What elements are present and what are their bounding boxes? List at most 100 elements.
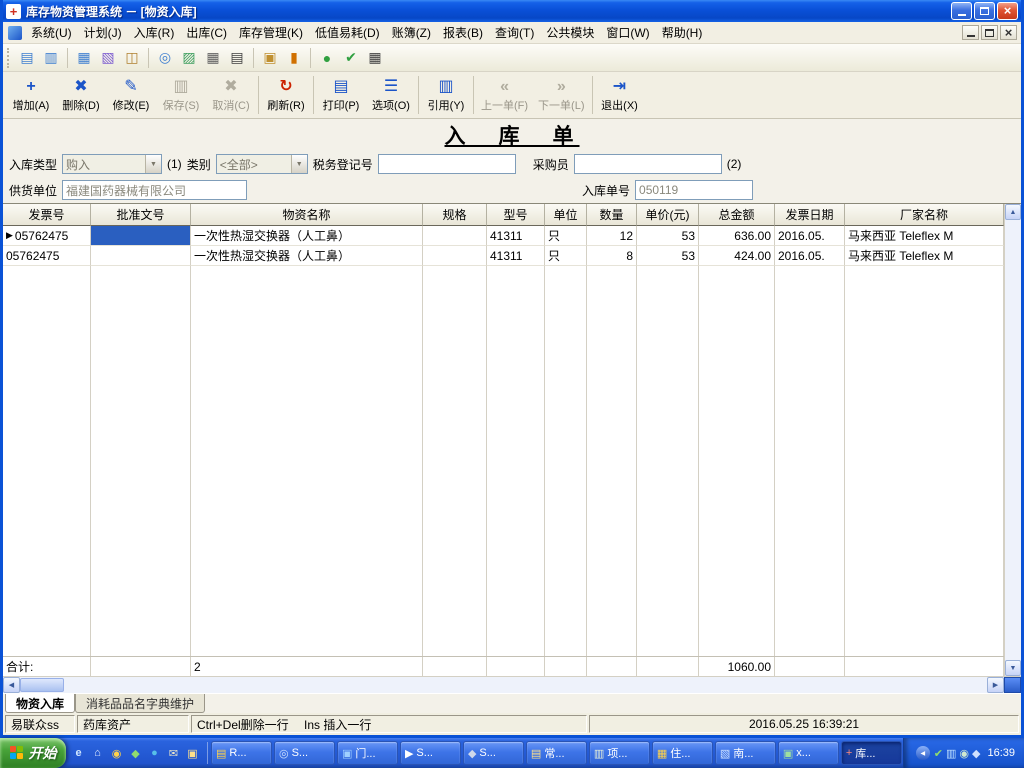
horizontal-scrollbar[interactable]: [3, 676, 1021, 693]
start-button[interactable]: 开始: [0, 738, 66, 768]
print-icon[interactable]: ▤: [226, 47, 248, 69]
header-cell-invoice-date[interactable]: 发票日期: [775, 204, 845, 226]
media-player-icon[interactable]: ◉: [108, 744, 125, 762]
horizontal-scroll-track[interactable]: [64, 677, 987, 693]
child-restore-button[interactable]: [981, 25, 998, 40]
chart-icon[interactable]: ▨: [178, 47, 200, 69]
horizontal-scroll-thumb[interactable]: [20, 678, 64, 692]
cell-invoice-date[interactable]: 2016.05.: [775, 246, 845, 266]
cell-invoice-date[interactable]: 2016.05.: [775, 226, 845, 246]
cell-total-amount[interactable]: 636.00: [699, 226, 775, 246]
tax-id-input[interactable]: [377, 154, 516, 174]
cell-quantity[interactable]: 8: [587, 246, 637, 266]
cell-approval-no[interactable]: [91, 246, 191, 266]
order-no-input[interactable]: [635, 180, 754, 200]
new-doc-icon[interactable]: ▤: [16, 47, 38, 69]
print-button[interactable]: ▤ 打印(P): [316, 73, 366, 117]
refresh-button[interactable]: ↻ 刷新(R): [261, 73, 311, 117]
category-select[interactable]: <全部>: [215, 154, 308, 174]
cell-approval-no[interactable]: [91, 226, 191, 246]
menu-item-6[interactable]: 账簿(Z): [386, 21, 437, 44]
header-cell-quantity[interactable]: 数量: [587, 204, 637, 226]
folder-icon[interactable]: ▣: [259, 47, 281, 69]
menu-item-5[interactable]: 低值易耗(D): [309, 21, 386, 44]
taskbar-button-window-ku[interactable]: + 库...: [840, 741, 902, 765]
menu-item-11[interactable]: 帮助(H): [656, 21, 709, 44]
header-cell-invoice-no[interactable]: 发票号: [3, 204, 91, 226]
calculator-icon[interactable]: ▦: [364, 47, 386, 69]
menu-item-10[interactable]: 窗口(W): [600, 21, 655, 44]
options-button[interactable]: ☰ 选项(O): [366, 73, 416, 117]
inbound-type-select[interactable]: 购入: [62, 154, 163, 174]
thermometer-icon[interactable]: ▮: [283, 47, 305, 69]
modules-icon[interactable]: ◫: [121, 47, 143, 69]
vertical-scrollbar[interactable]: [1004, 204, 1021, 676]
minimize-button[interactable]: [951, 2, 972, 20]
browser-icon[interactable]: ●: [146, 744, 163, 762]
cell-unit-price[interactable]: 53: [637, 226, 699, 246]
cell-spec[interactable]: [423, 226, 487, 246]
cell-unit[interactable]: 只: [545, 226, 587, 246]
cell-spec[interactable]: [423, 246, 487, 266]
taskbar-button-window-s2[interactable]: ▶ S...: [399, 741, 461, 765]
volume-icon[interactable]: ◉: [959, 747, 969, 760]
menu-item-3[interactable]: 出库(C): [180, 21, 233, 44]
check-icon[interactable]: ✔: [340, 47, 362, 69]
header-cell-model[interactable]: 型号: [487, 204, 545, 226]
table-view-icon[interactable]: ▦: [73, 47, 95, 69]
taskbar-button-window-nan[interactable]: ▧ 南...: [714, 741, 776, 765]
antivirus-icon[interactable]: ✔: [934, 747, 943, 760]
cell-model[interactable]: 41311: [487, 246, 545, 266]
tray-chevron-icon[interactable]: [915, 746, 930, 760]
scroll-left-icon[interactable]: [3, 677, 20, 693]
taskbar-button-window-chang[interactable]: ▤ 常...: [525, 741, 587, 765]
header-cell-unit-price[interactable]: 单价(元): [637, 204, 699, 226]
sphere-icon[interactable]: ●: [316, 47, 338, 69]
cell-unit[interactable]: 只: [545, 246, 587, 266]
buyer-input[interactable]: [573, 154, 722, 174]
mail-icon[interactable]: ✉: [165, 744, 182, 762]
header-cell-total-amount[interactable]: 总金额: [699, 204, 775, 226]
cell-invoice-no[interactable]: ▶ 05762475: [3, 226, 91, 246]
network-icon[interactable]: ▥: [946, 747, 956, 760]
folder-icon[interactable]: ▣: [184, 744, 201, 762]
taskbar-button-window-door[interactable]: ▣ 门...: [336, 741, 398, 765]
cell-invoice-no[interactable]: 05762475: [3, 246, 91, 266]
header-cell-material-name[interactable]: 物资名称: [191, 204, 423, 226]
internet-explorer-icon[interactable]: e: [70, 744, 87, 762]
taskbar-button-window-r[interactable]: ▤ R...: [211, 741, 272, 765]
menu-item-7[interactable]: 报表(B): [437, 21, 489, 44]
supplier-input[interactable]: [62, 180, 248, 200]
child-close-button[interactable]: [1000, 25, 1017, 40]
taskbar-button-window-x[interactable]: ▣ x...: [777, 741, 839, 765]
restore-button[interactable]: [974, 2, 995, 20]
menu-item-9[interactable]: 公共模块: [540, 21, 600, 44]
tab-materials-inbound[interactable]: 物资入库: [5, 694, 76, 713]
scroll-down-icon[interactable]: [1005, 660, 1021, 676]
cell-unit-price[interactable]: 53: [637, 246, 699, 266]
close-button[interactable]: [997, 2, 1018, 20]
search-icon[interactable]: ◎: [154, 47, 176, 69]
cell-material-name[interactable]: 一次性热湿交换器（人工鼻）: [191, 226, 423, 246]
menu-item-8[interactable]: 查询(T): [489, 21, 540, 44]
vertical-scroll-track[interactable]: [1005, 220, 1021, 660]
header-cell-approval-no[interactable]: 批准文号: [91, 204, 191, 226]
form-view-icon[interactable]: ▧: [97, 47, 119, 69]
modify-button[interactable]: ✎ 修改(E): [106, 73, 156, 117]
cell-material-name[interactable]: 一次性热湿交换器（人工鼻）: [191, 246, 423, 266]
title-bar[interactable]: 库存物资管理系统 － [物资入库]: [3, 0, 1021, 22]
menu-item-0[interactable]: 系统(U): [25, 21, 78, 44]
child-minimize-button[interactable]: [962, 25, 979, 40]
messenger-icon[interactable]: ◆: [127, 744, 144, 762]
grid-icon[interactable]: ▦: [202, 47, 224, 69]
menu-item-1[interactable]: 计划(J): [78, 21, 128, 44]
delete-button[interactable]: ✖ 删除(D): [56, 73, 106, 117]
taskbar-button-window-s1[interactable]: ◎ S...: [273, 741, 335, 765]
reference-button[interactable]: ▥ 引用(Y): [421, 73, 471, 117]
taskbar-button-window-s3[interactable]: ◆ S...: [462, 741, 524, 765]
cell-manufacturer[interactable]: 马来西亚 Teleflex M: [845, 226, 1004, 246]
taskbar-button-window-xiang[interactable]: ▥ 项...: [588, 741, 650, 765]
show-desktop-icon[interactable]: ⌂: [89, 744, 106, 762]
cell-manufacturer[interactable]: 马来西亚 Teleflex M: [845, 246, 1004, 266]
cell-model[interactable]: 41311: [487, 226, 545, 246]
